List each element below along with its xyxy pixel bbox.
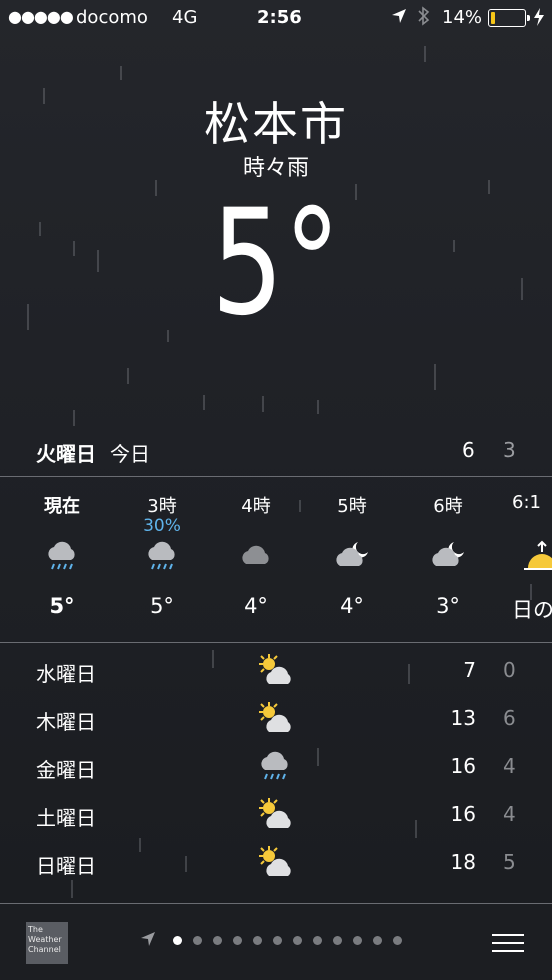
- page-dot: [253, 936, 263, 945]
- today-day-name: 火曜日: [36, 442, 96, 466]
- current-location-page-icon: [140, 931, 156, 951]
- hourly-item: 4時 4°: [216, 492, 296, 618]
- hourly-item: 3時 30% 5°: [122, 492, 202, 618]
- bottom-toolbar: The Weather Channel: [0, 904, 552, 980]
- page-indicator[interactable]: [140, 930, 413, 951]
- day-low: 4: [503, 754, 516, 778]
- status-bar: ●●●●● docomo 4G 2:56 14%: [0, 0, 552, 36]
- battery-level: [491, 12, 496, 24]
- hour-temperature: 5°: [49, 594, 75, 618]
- day-high: 13: [450, 706, 476, 730]
- rain-cloud-icon: [122, 538, 202, 576]
- sunrise-icon: [512, 538, 552, 576]
- battery-percent: 14%: [442, 7, 483, 28]
- hour-label: 4時: [241, 496, 271, 517]
- rain-cloud-icon: [255, 748, 297, 789]
- day-name: 木曜日: [36, 710, 96, 734]
- charging-bolt-icon: [533, 7, 545, 32]
- today-summary-row[interactable]: 火曜日 今日 6 3: [0, 438, 552, 468]
- daily-row: 日曜日 18 5: [0, 840, 552, 884]
- day-high: 18: [450, 850, 476, 874]
- day-high: 16: [450, 802, 476, 826]
- daily-row: 金曜日 16 4: [0, 744, 552, 788]
- hour-temperature: 4°: [244, 594, 268, 618]
- partly-sunny-icon: [255, 844, 297, 885]
- hourly-item: 5時 4°: [312, 492, 392, 618]
- daily-row: 土曜日 16 4: [0, 792, 552, 836]
- page-dot: [213, 936, 223, 945]
- precip-chance: [512, 516, 552, 538]
- location-arrow-icon: [391, 8, 407, 29]
- partly-sunny-icon: [255, 652, 297, 693]
- today-high: 6: [462, 438, 475, 462]
- hour-temperature: 4°: [340, 594, 364, 618]
- day-high: 7: [463, 658, 476, 682]
- carrier-name: docomo: [76, 7, 148, 28]
- page-dot: [273, 936, 283, 945]
- hourly-item: 6:1 日の: [512, 492, 552, 624]
- today-low: 3: [503, 438, 516, 462]
- weather-channel-logo[interactable]: The Weather Channel: [26, 922, 68, 964]
- page-dot: [393, 936, 403, 945]
- cloud-icon: [216, 538, 296, 576]
- page-dot: [373, 936, 383, 945]
- battery-icon: [488, 9, 530, 27]
- page-dot: [333, 936, 343, 945]
- daily-row: 水曜日 7 0: [0, 648, 552, 692]
- day-name: 日曜日: [36, 854, 96, 878]
- hour-label: 6:1: [512, 492, 541, 513]
- day-name: 金曜日: [36, 758, 96, 782]
- network-type: 4G: [172, 7, 198, 28]
- rain-cloud-icon: [22, 538, 102, 576]
- partly-sunny-icon: [255, 700, 297, 741]
- precip-chance: [312, 516, 392, 538]
- hour-label: 3時: [147, 496, 177, 517]
- page-dot: [193, 936, 203, 945]
- precip-chance: [216, 516, 296, 538]
- day-low: 4: [503, 802, 516, 826]
- hour-temperature: 日の: [512, 598, 552, 622]
- bluetooth-icon: [417, 6, 431, 31]
- page-dot: [313, 936, 323, 945]
- page-dot: [293, 936, 303, 945]
- daily-row: 木曜日 13 6: [0, 696, 552, 740]
- day-low: 6: [503, 706, 516, 730]
- clock: 2:56: [257, 7, 302, 28]
- page-dot: [353, 936, 363, 945]
- hour-label: 5時: [337, 496, 367, 517]
- divider: [0, 476, 552, 477]
- precip-chance: [408, 516, 488, 538]
- hour-label: 6時: [433, 496, 463, 517]
- day-name: 水曜日: [36, 662, 96, 686]
- page-dot: [173, 936, 183, 945]
- hourly-forecast-strip[interactable]: 現在 5° 3時 30% 5° 4時 4° 5時 4° 6時 3° 6:1 日の: [0, 478, 552, 642]
- hour-temperature: 5°: [150, 594, 174, 618]
- page-dot: [233, 936, 243, 945]
- day-name: 土曜日: [36, 806, 96, 830]
- current-temperature: 5°: [211, 178, 341, 348]
- day-low: 0: [503, 658, 516, 682]
- partly-cloudy-night-icon: [408, 538, 488, 576]
- signal-strength-icon: ●●●●●: [8, 7, 74, 26]
- divider: [0, 642, 552, 643]
- today-label: 今日: [110, 442, 150, 466]
- hourly-item: 現在 5°: [22, 492, 102, 618]
- city-list-button[interactable]: [492, 926, 524, 958]
- hour-temperature: 3°: [436, 594, 460, 618]
- partly-cloudy-night-icon: [312, 538, 392, 576]
- partly-sunny-icon: [255, 796, 297, 837]
- city-name: 松本市: [204, 97, 348, 151]
- day-low: 5: [503, 850, 516, 874]
- hourly-item: 6時 3°: [408, 492, 488, 618]
- hour-label: 現在: [44, 496, 80, 517]
- precip-chance: [22, 516, 102, 538]
- day-high: 16: [450, 754, 476, 778]
- precip-chance: 30%: [143, 516, 181, 536]
